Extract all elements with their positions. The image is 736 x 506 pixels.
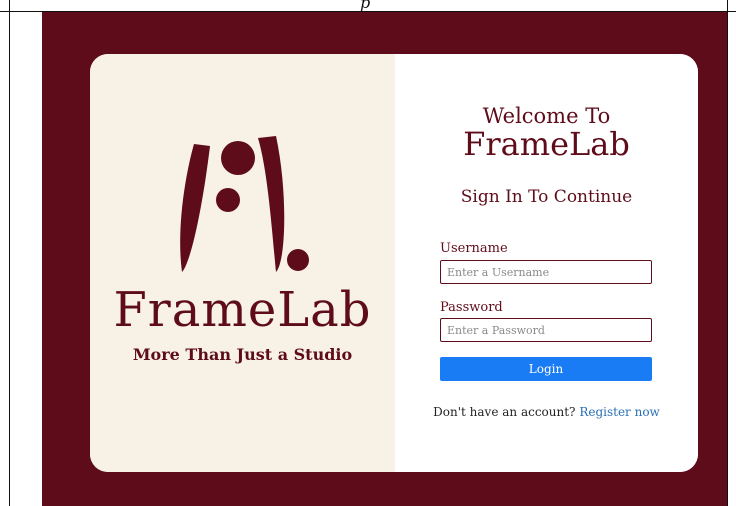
brand-tagline: More Than Just a Studio — [132, 345, 353, 364]
password-field[interactable] — [440, 318, 652, 342]
password-label: Password — [440, 300, 503, 315]
register-prompt: Don't have an account? — [433, 405, 576, 419]
welcome-brand-title: FrameLab — [463, 125, 630, 163]
register-link[interactable]: Register now — [579, 405, 660, 419]
framelab-logo-icon — [172, 132, 312, 282]
register-row: Don't have an account? Register now — [395, 405, 698, 419]
login-card: FrameLab More Than Just a Studio Welcome… — [90, 54, 698, 472]
brand-panel: FrameLab More Than Just a Studio — [90, 54, 395, 472]
brand-name: FrameLab — [113, 282, 372, 338]
document-caption: p — [360, 0, 371, 12]
document-right-rule — [727, 0, 728, 506]
username-label: Username — [440, 241, 508, 256]
login-button[interactable]: Login — [440, 357, 652, 381]
login-form-panel: Welcome To FrameLab Sign In To Continue … — [395, 54, 698, 472]
document-left-rule — [9, 0, 10, 506]
framelab-logo-svg — [180, 136, 309, 272]
username-field[interactable] — [440, 260, 652, 284]
sign-in-subtitle: Sign In To Continue — [460, 187, 633, 207]
